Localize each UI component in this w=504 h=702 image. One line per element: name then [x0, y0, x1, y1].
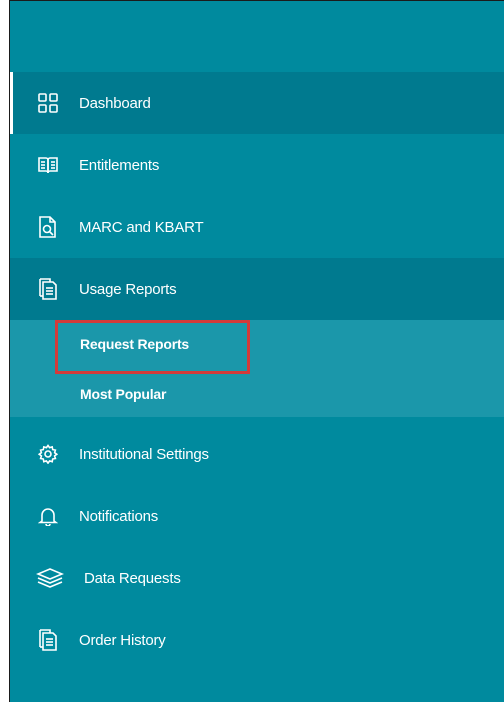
- sidebar-item-marc-kbart[interactable]: MARC and KBART: [10, 196, 504, 258]
- sidebar-item-institutional-settings[interactable]: Institutional Settings: [10, 423, 504, 485]
- dashboard-grid-icon: [37, 92, 59, 114]
- book-icon: [37, 154, 59, 176]
- sidebar-item-notifications[interactable]: Notifications: [10, 485, 504, 547]
- sidebar-item-usage-reports[interactable]: Usage Reports: [10, 258, 504, 320]
- gear-icon: [37, 443, 59, 465]
- document-search-icon: [37, 216, 59, 238]
- sidebar-item-label: MARC and KBART: [79, 218, 204, 236]
- layers-icon: [36, 567, 64, 589]
- sidebar-item-label: Data Requests: [84, 569, 181, 587]
- sidebar-item-data-requests[interactable]: Data Requests: [10, 547, 504, 609]
- sidebar-item-label: Notifications: [79, 507, 159, 525]
- sidebar-item-label: Entitlements: [79, 156, 160, 174]
- sidebar-item-order-history[interactable]: Order History: [10, 609, 504, 671]
- bell-icon: [37, 505, 59, 527]
- report-document-icon: [37, 278, 59, 300]
- active-indicator: [10, 72, 13, 134]
- order-document-icon: [37, 629, 59, 651]
- sidebar-item-label: Order History: [79, 631, 166, 649]
- sidebar-item-label: Institutional Settings: [79, 445, 209, 463]
- sidebar-item-label: Dashboard: [79, 94, 151, 112]
- sidebar-item-entitlements[interactable]: Entitlements: [10, 134, 504, 196]
- submenu-item-most-popular[interactable]: Most Popular: [80, 386, 166, 402]
- sidebar-item-label: Usage Reports: [79, 280, 177, 298]
- highlight-box: [55, 320, 250, 374]
- sidebar-item-dashboard[interactable]: Dashboard: [10, 72, 504, 134]
